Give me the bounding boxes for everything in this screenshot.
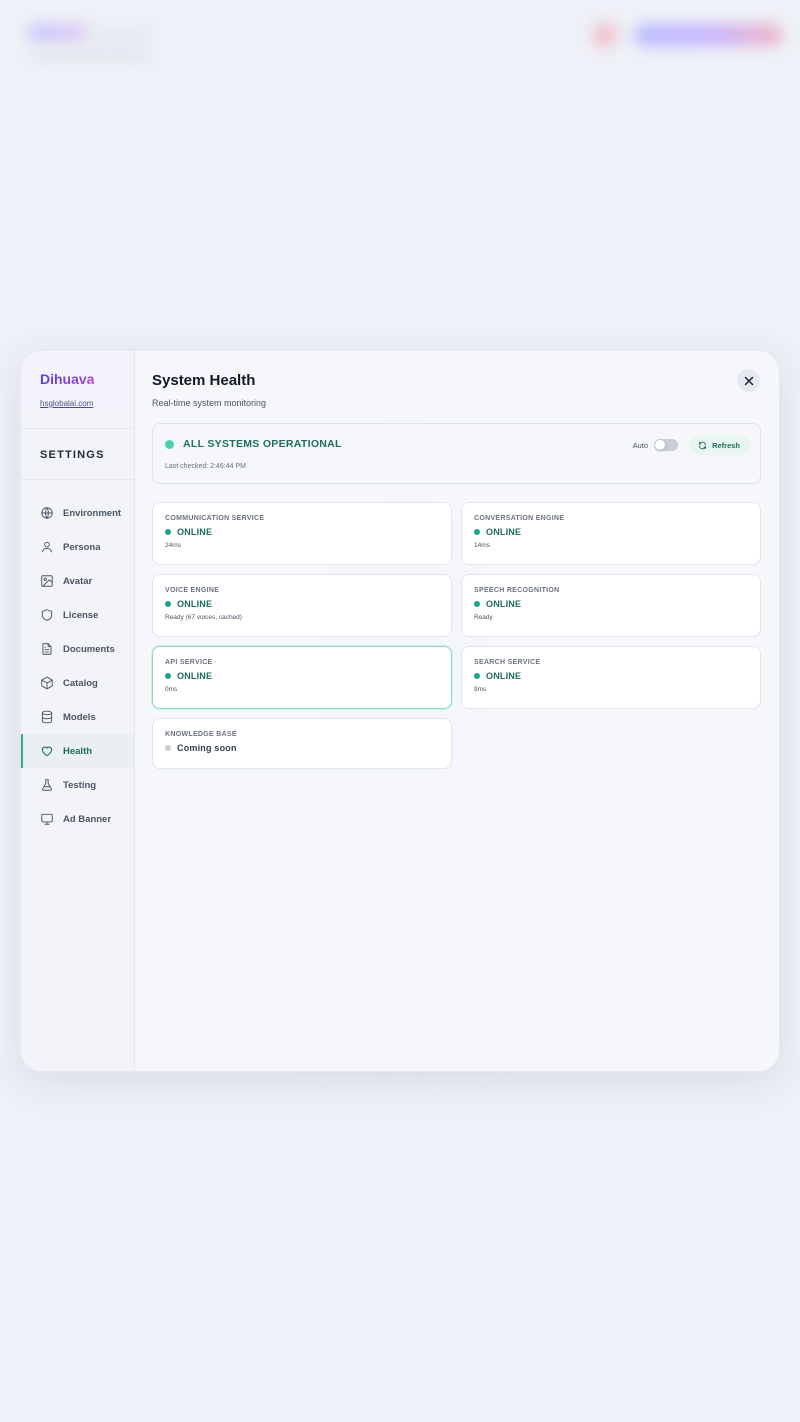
brand-name: Dihuava <box>40 371 95 387</box>
background-avatar <box>592 22 618 48</box>
status-dot <box>474 673 480 679</box>
brand-url-link[interactable]: hsglobalai.com <box>40 399 134 408</box>
sidebar-item-health[interactable]: Health <box>21 734 134 768</box>
sidebar-item-ad-banner[interactable]: Ad Banner <box>21 802 134 836</box>
service-detail: 9ms <box>474 686 487 693</box>
settings-heading: SETTINGS <box>21 429 134 480</box>
heart-icon <box>41 746 53 757</box>
service-status: ONLINE <box>177 671 213 681</box>
background-button <box>634 24 782 46</box>
user-icon <box>41 541 53 553</box>
sidebar-item-label: Persona <box>63 541 101 553</box>
service-name: CONVERSATION ENGINE <box>474 515 565 522</box>
status-dot <box>165 745 171 751</box>
sidebar-item-environment[interactable]: Environment <box>21 496 134 530</box>
sidebar-item-label: Environment <box>63 507 122 519</box>
shield-icon <box>41 609 53 621</box>
service-name: SPEECH RECOGNITION <box>474 587 560 594</box>
sidebar-item-catalog[interactable]: Catalog <box>21 666 134 700</box>
sidebar-item-label: Models <box>63 711 96 723</box>
image-icon <box>41 575 53 587</box>
page-title: System Health <box>152 372 256 389</box>
status-indicator <box>165 439 174 449</box>
sidebar-item-testing[interactable]: Testing <box>21 768 134 802</box>
sidebar-item-avatar[interactable]: Avatar <box>21 564 134 598</box>
document-icon <box>42 643 52 655</box>
background-logo <box>28 24 88 42</box>
brand-block: Dihuava hsglobalai.com <box>21 351 134 429</box>
page-subtitle: Real-time system monitoring <box>152 398 267 408</box>
service-card-knowledge: KNOWLEDGE BASE Coming soon <box>152 718 452 769</box>
sidebar-item-label: Catalog <box>63 677 98 689</box>
service-status: ONLINE <box>486 599 522 609</box>
service-card-search: SEARCH SERVICE ONLINE 9ms <box>461 646 761 709</box>
auto-refresh-control: Auto <box>633 439 678 451</box>
health-content: System Health Real-time system monitorin… <box>135 351 779 1071</box>
settings-nav: Environment Persona Avatar License Docum… <box>21 480 134 836</box>
monitor-icon <box>41 813 53 825</box>
service-card-voice: VOICE ENGINE ONLINE Ready (67 voices, ca… <box>152 574 452 637</box>
globe-icon <box>41 507 53 519</box>
box-icon <box>41 676 53 690</box>
last-checked-timestamp: Last checked: 2:46:44 PM <box>165 463 246 470</box>
service-status: ONLINE <box>177 599 213 609</box>
service-grid: COMMUNICATION SERVICE ONLINE 24ms CONVER… <box>152 502 761 769</box>
service-card-conversation: CONVERSATION ENGINE ONLINE 14ms <box>461 502 761 565</box>
service-status: ONLINE <box>177 527 213 537</box>
status-dot <box>474 601 480 607</box>
sidebar-item-documents[interactable]: Documents <box>21 632 134 666</box>
service-detail: Ready <box>474 614 493 621</box>
background-logo-text <box>90 28 150 40</box>
service-detail: 0ms <box>165 686 178 693</box>
service-card-communication: COMMUNICATION SERVICE ONLINE 24ms <box>152 502 452 565</box>
service-detail: Ready (67 voices, cached) <box>165 614 242 621</box>
refresh-button[interactable]: Refresh <box>690 435 750 455</box>
service-name: VOICE ENGINE <box>165 587 220 594</box>
sidebar-item-label: Testing <box>63 779 97 791</box>
sidebar-item-persona[interactable]: Persona <box>21 530 134 564</box>
sidebar-item-label: License <box>63 609 99 621</box>
status-dot <box>165 529 171 535</box>
flask-icon <box>42 779 52 791</box>
service-status: ONLINE <box>486 527 522 537</box>
refresh-icon <box>699 441 707 449</box>
service-status: ONLINE <box>486 671 522 681</box>
settings-modal: Dihuava hsglobalai.com SETTINGS Environm… <box>20 350 780 1072</box>
service-detail: 24ms <box>165 542 181 549</box>
service-card-speech: SPEECH RECOGNITION ONLINE Ready <box>461 574 761 637</box>
status-dot <box>165 601 171 607</box>
service-name: API SERVICE <box>165 659 213 666</box>
overall-status-text: ALL SYSTEMS OPERATIONAL <box>183 438 342 450</box>
sidebar-item-models[interactable]: Models <box>21 700 134 734</box>
database-icon <box>41 710 53 724</box>
service-name: SEARCH SERVICE <box>474 659 541 666</box>
refresh-label: Refresh <box>712 440 740 450</box>
sidebar-item-label: Ad Banner <box>63 813 112 825</box>
status-dot <box>165 673 171 679</box>
service-name: COMMUNICATION SERVICE <box>165 515 265 522</box>
service-detail: 14ms <box>474 542 490 549</box>
sidebar-item-label: Health <box>63 745 93 757</box>
background-subtitle <box>30 50 150 60</box>
auto-refresh-toggle[interactable] <box>654 439 678 451</box>
auto-refresh-label: Auto <box>632 440 648 450</box>
settings-sidebar: Dihuava hsglobalai.com SETTINGS Environm… <box>21 351 135 1071</box>
sidebar-item-label: Avatar <box>63 575 93 587</box>
toggle-knob <box>655 440 665 450</box>
close-icon <box>744 376 753 385</box>
sidebar-item-label: Documents <box>63 643 115 655</box>
overall-status-banner: ALL SYSTEMS OPERATIONAL Last checked: 2:… <box>152 423 761 484</box>
status-dot <box>474 529 480 535</box>
service-card-api: API SERVICE ONLINE 0ms <box>152 646 452 709</box>
service-name: KNOWLEDGE BASE <box>165 731 237 738</box>
sidebar-item-license[interactable]: License <box>21 598 134 632</box>
close-button[interactable] <box>737 369 760 392</box>
service-status: Coming soon <box>177 743 237 753</box>
